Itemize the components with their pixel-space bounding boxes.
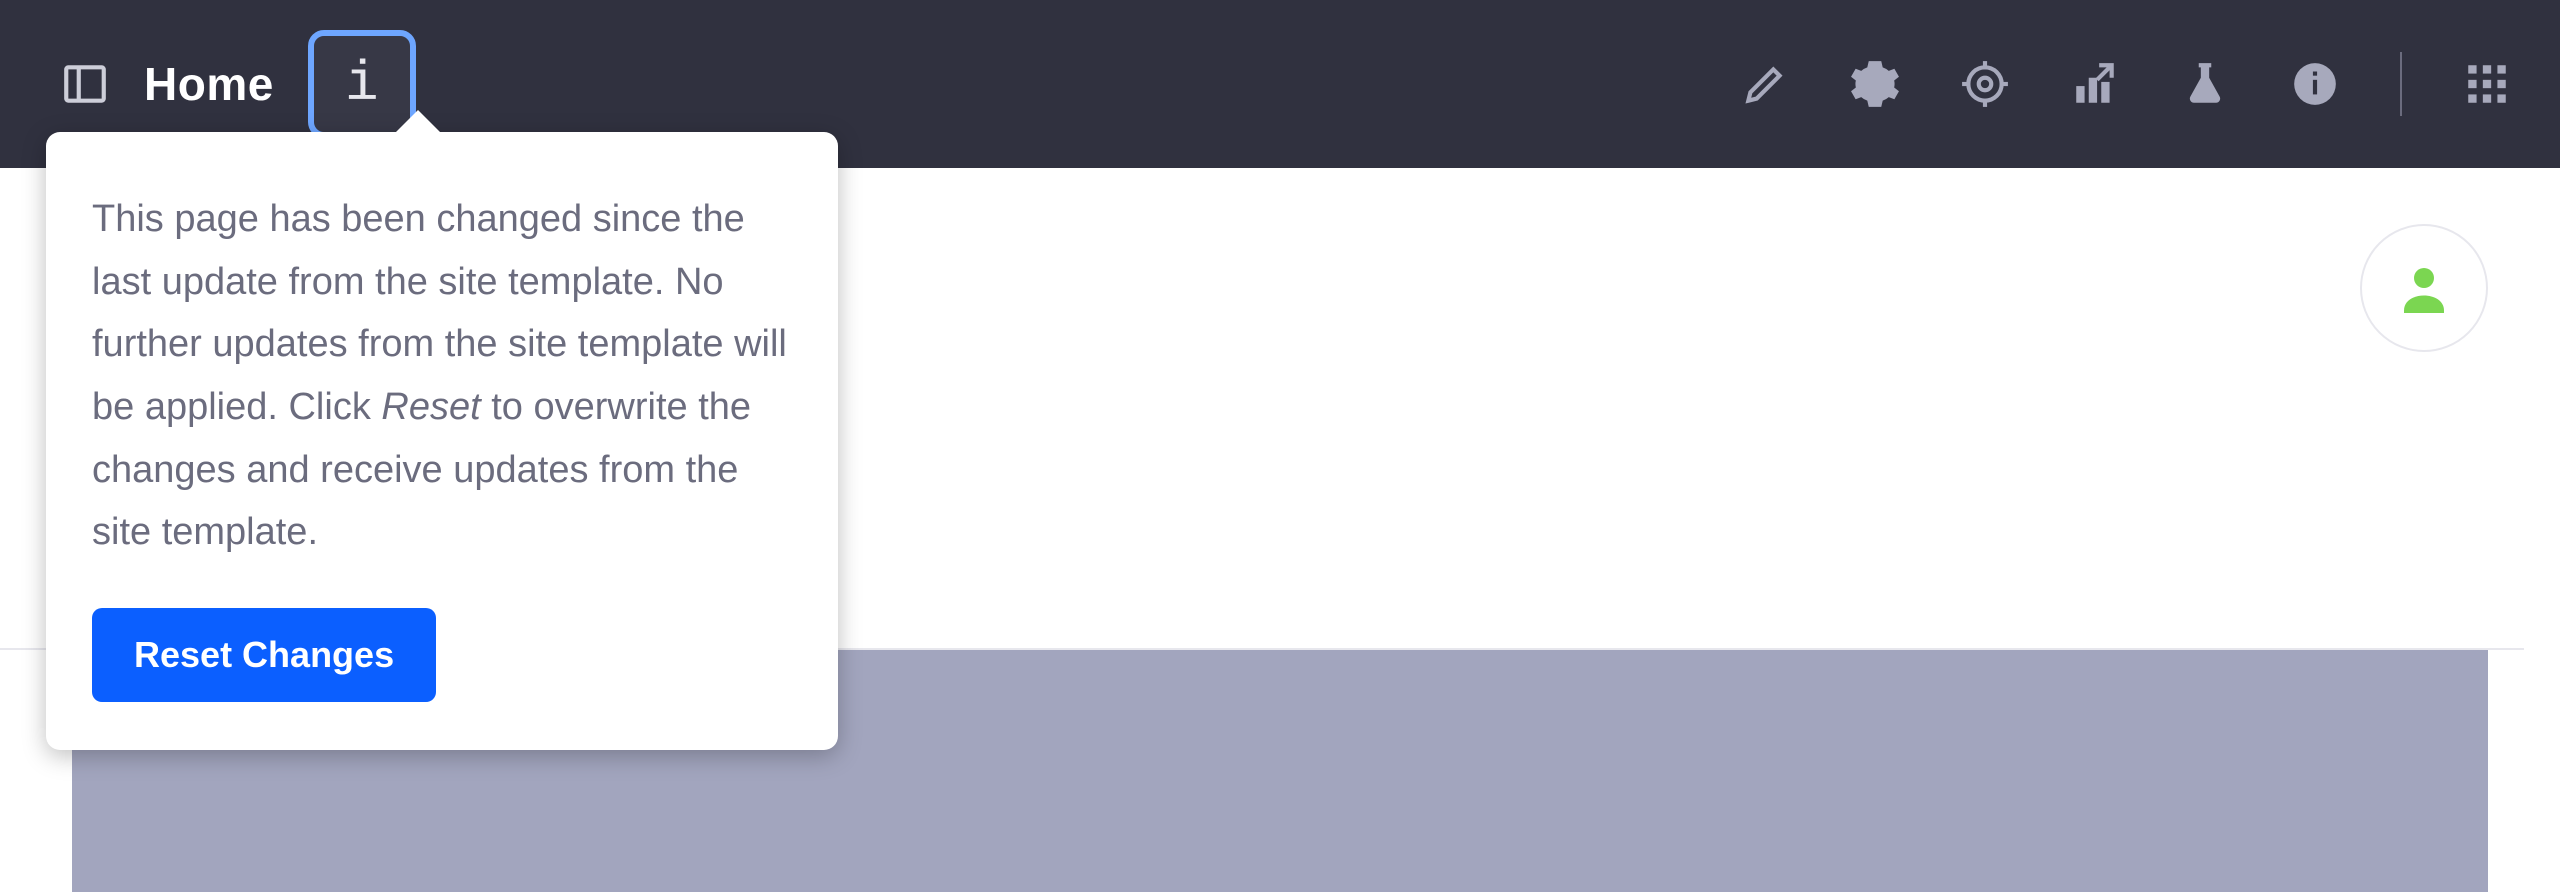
edit-icon[interactable] xyxy=(1740,59,1790,109)
info-popover: This page has been changed since the las… xyxy=(46,132,838,750)
info-icon[interactable] xyxy=(2290,59,2340,109)
target-icon[interactable] xyxy=(1960,59,2010,109)
user-avatar[interactable] xyxy=(2360,224,2488,352)
scrollbar-gutter xyxy=(2524,168,2560,892)
info-popover-text: This page has been changed since the las… xyxy=(92,188,792,564)
user-icon xyxy=(2394,258,2454,318)
reset-changes-button[interactable]: Reset Changes xyxy=(92,608,436,702)
info-popover-text-em: Reset xyxy=(381,386,480,428)
gear-icon[interactable] xyxy=(1850,59,1900,109)
analytics-icon[interactable] xyxy=(2070,59,2120,109)
page-breadcrumb-title[interactable]: Home xyxy=(144,57,274,111)
topbar-divider xyxy=(2400,52,2402,116)
topbar-left: Home i xyxy=(60,30,416,138)
flask-icon[interactable] xyxy=(2180,59,2230,109)
sidebar-toggle-icon[interactable] xyxy=(60,59,110,109)
topbar-right xyxy=(1740,52,2512,116)
apps-grid-icon[interactable] xyxy=(2462,59,2512,109)
